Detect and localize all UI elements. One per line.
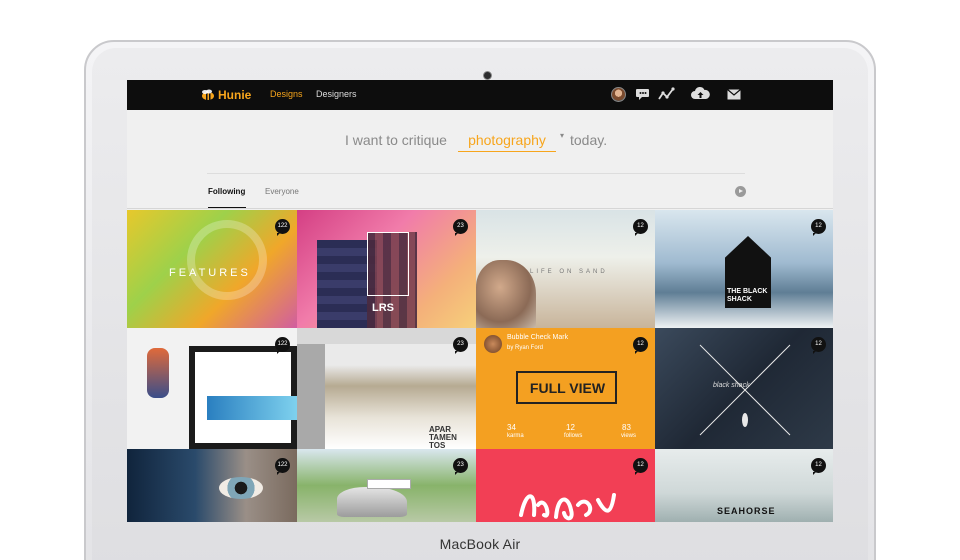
avatar[interactable] [611, 87, 626, 102]
tile-graphic [207, 396, 297, 420]
top-navbar: Hunie Designs Designers [127, 80, 833, 110]
design-tile[interactable]: 122 [127, 328, 297, 449]
critique-prefix: I want to critique [345, 132, 447, 148]
tile-label: LIFE ON SAND [530, 269, 608, 275]
tile-graphic [519, 493, 616, 521]
nav-designs[interactable]: Designs [270, 89, 303, 99]
comment-count-badge: 12 [811, 337, 826, 354]
stat-label: karma [507, 433, 524, 439]
stat-value: 12 [566, 423, 575, 432]
comment-count-badge: 122 [275, 337, 290, 354]
tile-graphic [187, 220, 267, 300]
divider [127, 208, 833, 209]
play-icon[interactable] [735, 186, 746, 197]
design-grid: FEATURES 122 LRS 23 LIFE ON SAND 12 THE … [127, 210, 833, 522]
design-tile[interactable]: APAR TAMEN TOS 23 [297, 328, 476, 449]
stat-label: views [621, 433, 637, 439]
design-tile[interactable]: THE BLACK SHACK 12 [655, 210, 833, 328]
critique-category-select[interactable]: photography [458, 132, 556, 152]
app-screen: Hunie Designs Designers I want to critiq… [127, 80, 833, 522]
tile-graphic [147, 348, 169, 398]
device-label: MacBook Air [439, 536, 521, 552]
full-view-label: FULL VIEW [529, 380, 606, 396]
logo[interactable]: Hunie [199, 87, 251, 103]
tab-everyone[interactable]: Everyone [265, 187, 299, 196]
design-tile[interactable]: 12 [476, 449, 655, 522]
stat-value: 34 [507, 423, 516, 432]
comment-count-badge: 122 [275, 219, 290, 236]
tile-graphic [699, 344, 791, 436]
comment-count-badge: 12 [633, 337, 648, 354]
comment-count-badge: 12 [633, 219, 648, 236]
chat-icon[interactable] [636, 87, 651, 102]
chevron-down-icon[interactable]: ▾ [560, 131, 564, 140]
comment-count-badge: 23 [453, 337, 468, 354]
comment-count-badge: 23 [453, 219, 468, 236]
tile-frame [367, 232, 409, 296]
camera-icon [483, 71, 492, 80]
stat-value: 83 [622, 423, 631, 432]
design-tile[interactable]: Bubble Check Mark by Ryan Ford FULL VIEW… [476, 328, 655, 449]
design-tile[interactable]: FEATURES 122 [127, 210, 297, 328]
mail-icon[interactable] [727, 89, 741, 100]
avatar[interactable] [484, 335, 502, 353]
tile-label: THE BLACK SHACK [727, 288, 768, 303]
bee-icon [202, 89, 214, 100]
critique-suffix: today. [570, 132, 608, 148]
tile-graphic [476, 260, 536, 328]
tile-label: APAR TAMEN TOS [429, 425, 457, 450]
tile-graphic [367, 479, 411, 489]
comment-count-badge: 12 [633, 458, 648, 475]
divider [207, 173, 745, 174]
comment-count-badge: 12 [811, 458, 826, 475]
tile-graphic [337, 487, 407, 517]
design-tile[interactable]: black shack 12 [655, 328, 833, 449]
tile-label: LRS [372, 302, 394, 314]
tile-label: SEAHORSE [717, 506, 776, 516]
comment-count-badge: 23 [453, 458, 468, 475]
design-tile[interactable]: SEAHORSE 12 [655, 449, 833, 522]
tile-graphic [297, 344, 325, 449]
comment-count-badge: 12 [811, 219, 826, 236]
upload-cloud-icon[interactable] [691, 86, 710, 102]
tile-label: black shack [713, 382, 750, 389]
tile-label: FEATURES [169, 267, 251, 279]
tile-title: Bubble Check Mark [507, 334, 569, 341]
design-tile[interactable]: 122 [127, 449, 297, 522]
design-tile[interactable]: LIFE ON SAND 12 [476, 210, 655, 328]
comment-count-badge: 122 [275, 458, 290, 475]
stat-label: follows [564, 433, 583, 439]
tab-following[interactable]: Following [208, 187, 245, 196]
nav-designers[interactable]: Designers [316, 89, 357, 99]
design-tile[interactable]: LRS 23 [297, 210, 476, 328]
tile-graphic [219, 477, 263, 499]
logo-text: Hunie [218, 88, 252, 102]
activity-icon[interactable] [658, 87, 675, 102]
design-tile[interactable]: 23 [297, 449, 476, 522]
tile-author: by Ryan Ford [507, 345, 544, 351]
